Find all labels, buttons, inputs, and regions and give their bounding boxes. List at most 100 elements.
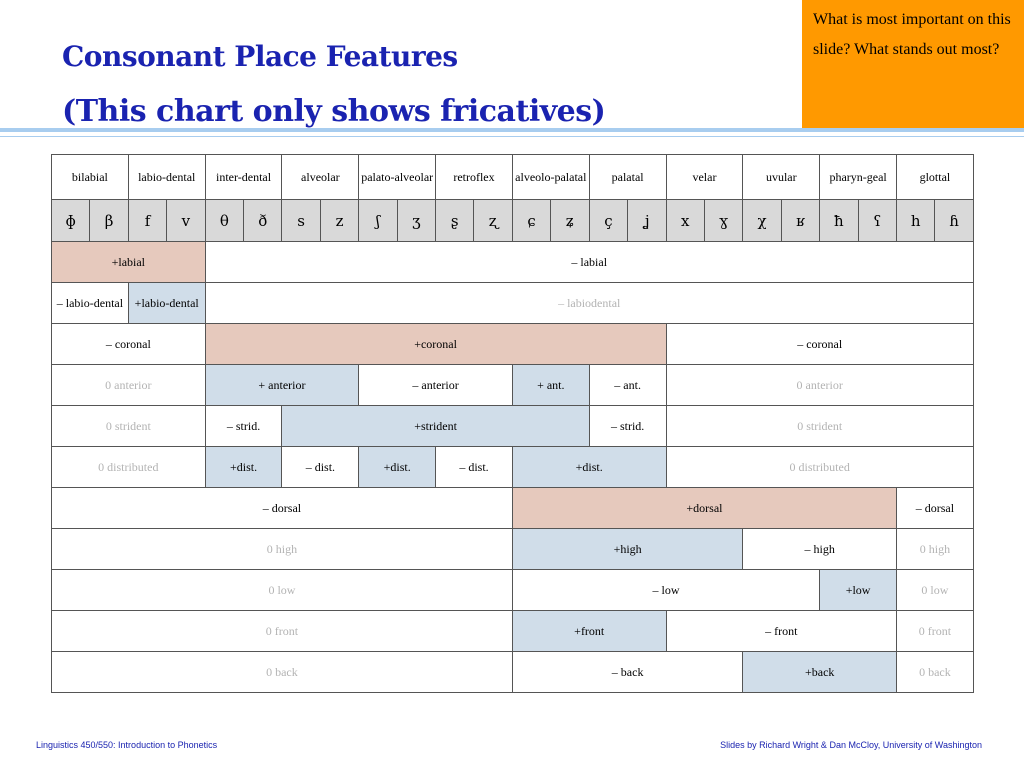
feature-cell: 0 high — [896, 528, 974, 570]
place-header-cell: glottal — [896, 154, 974, 200]
feature-cell: +dist. — [358, 446, 437, 488]
feature-cell: – ant. — [588, 364, 667, 406]
ipa-symbol-cell: ʁ — [780, 199, 821, 242]
place-header-cell: uvular — [742, 154, 821, 200]
note-box: What is most important on this slide? Wh… — [802, 0, 1024, 128]
ipa-symbol-cell: θ — [204, 199, 245, 242]
feature-cell: +dist. — [204, 446, 283, 488]
feature-cell: – back — [511, 651, 744, 693]
feature-row-back: 0 back – back +back 0 back — [51, 651, 974, 693]
feature-cell: 0 low — [896, 569, 974, 611]
ipa-symbol-cell: ʒ — [396, 199, 437, 242]
ipa-symbol-cell: ʃ — [358, 199, 398, 242]
place-header-cell: palatal — [588, 154, 667, 200]
ipa-symbol-cell: ɦ — [934, 199, 974, 242]
feature-cell: – strid. — [204, 405, 283, 447]
feature-cell: +coronal — [204, 323, 667, 365]
ipa-symbol-cell: v — [166, 199, 206, 242]
ipa-symbol-cell: χ — [742, 199, 782, 242]
ipa-symbol-cell: ç — [588, 199, 629, 242]
ipa-symbol-cell: ʂ — [435, 199, 475, 242]
feature-row-labial: +labial – labial — [51, 241, 974, 283]
place-header-cell: alveolar — [281, 154, 360, 200]
feature-cell: +high — [511, 528, 744, 570]
feature-cell: – low — [511, 569, 821, 611]
ipa-symbol-cell: ħ — [819, 199, 859, 242]
feature-row-front: 0 front +front – front 0 front — [51, 610, 974, 652]
feature-row-distributed: 0 distributed +dist. – dist. +dist. – dist. +… — [51, 446, 974, 488]
feature-cell: +back — [742, 651, 897, 693]
ipa-symbol-cell: ð — [243, 199, 283, 242]
feature-cell: 0 distributed — [51, 446, 206, 488]
footer-credits: Slides by Richard Wright & Dan McCloy, U… — [720, 740, 982, 750]
feature-cell: – anterior — [358, 364, 513, 406]
feature-row-high: 0 high +high – high 0 high — [51, 528, 974, 570]
feature-row-coronal: – coronal +coronal – coronal — [51, 323, 974, 365]
feature-cell: – coronal — [51, 323, 206, 365]
feature-cell: 0 anterior — [51, 364, 206, 406]
slide-subtitle: (This chart only shows fricatives) — [62, 94, 606, 129]
feature-cell: – labiodental — [204, 282, 974, 324]
place-header-cell: velar — [665, 154, 744, 200]
ipa-symbol-cell: ʝ — [627, 199, 667, 242]
feature-cell: 0 high — [51, 528, 513, 570]
feature-cell: 0 strident — [51, 405, 206, 447]
ipa-symbol-cell: x — [665, 199, 705, 242]
feature-cell: – front — [665, 610, 898, 652]
ipa-symbol-cell: ɸ — [50, 199, 91, 242]
place-header-cell: labio-dental — [127, 154, 206, 200]
feature-row-anterior: 0 anterior + anterior – anterior + ant. – an… — [51, 364, 974, 406]
ipa-symbol-cell: ɣ — [703, 199, 744, 242]
ipa-symbol-cell: h — [895, 199, 936, 242]
footer-course: Linguistics 450/550: Introduction to Pho… — [36, 740, 218, 750]
feature-cell: +labio-dental — [127, 282, 206, 324]
feature-cell: 0 front — [896, 610, 974, 652]
feature-cell: 0 anterior — [665, 364, 974, 406]
feature-cell: +dist. — [511, 446, 667, 488]
place-header-cell: pharyn-geal — [819, 154, 897, 200]
ipa-symbol-cell: ʕ — [857, 199, 898, 242]
feature-cell: – high — [742, 528, 897, 570]
place-header-cell: bilabial — [51, 154, 129, 200]
slide-title: Consonant Place Features — [62, 40, 458, 73]
ipa-symbol-cell: ʐ — [473, 199, 513, 242]
feature-cell: + ant. — [511, 364, 590, 406]
feature-cell: – dorsal — [51, 487, 513, 529]
ipa-symbol-cell: ʑ — [550, 199, 590, 242]
place-header-cell: inter-dental — [204, 154, 283, 200]
feature-cell: 0 back — [51, 651, 513, 693]
feature-table: bilabial labio-dental inter-dental alveolar… — [50, 154, 974, 693]
feature-cell: – coronal — [665, 323, 974, 365]
ipa-symbol-cell: f — [127, 199, 168, 242]
feature-cell: – strid. — [588, 405, 667, 447]
feature-cell: 0 low — [51, 569, 513, 611]
ipa-symbol-cell: s — [281, 199, 321, 242]
ipa-symbol-cell: z — [319, 199, 360, 242]
place-header-cell: retroflex — [435, 154, 513, 200]
feature-cell: +front — [511, 610, 667, 652]
feature-row-labiodental: – labio-dental +labio-dental – labiodental — [51, 282, 974, 324]
feature-cell: +strident — [281, 405, 590, 447]
header-rule — [0, 128, 1024, 132]
feature-cell: 0 distributed — [665, 446, 974, 488]
header-rule-thin — [0, 136, 1024, 137]
feature-cell: – dorsal — [896, 487, 974, 529]
feature-row-low: 0 low – low +low 0 low — [51, 569, 974, 611]
feature-cell: 0 front — [51, 610, 513, 652]
place-header-cell: palato-alveolar — [358, 154, 437, 200]
place-header-cell: alveolo-palatal — [511, 154, 590, 200]
feature-cell: – labial — [204, 241, 974, 283]
feature-cell: +labial — [51, 241, 206, 283]
ipa-symbol-cell: ɕ — [511, 199, 552, 242]
symbol-row: ɸβfvθðszʃʒʂʐɕʑçʝxɣχʁħʕhɦ — [50, 199, 974, 242]
feature-cell: + anterior — [204, 364, 360, 406]
feature-row-dorsal: – dorsal +dorsal – dorsal — [51, 487, 974, 529]
feature-row-strident: 0 strident – strid. +strident – strid. 0 str… — [51, 405, 974, 447]
feature-cell: 0 back — [896, 651, 974, 693]
place-header-row: bilabial labio-dental inter-dental alveolar… — [51, 154, 974, 200]
feature-cell: 0 strident — [665, 405, 974, 447]
feature-cell: – dist. — [281, 446, 360, 488]
feature-cell: – labio-dental — [51, 282, 129, 324]
feature-cell: +dorsal — [511, 487, 898, 529]
feature-cell: – dist. — [435, 446, 513, 488]
